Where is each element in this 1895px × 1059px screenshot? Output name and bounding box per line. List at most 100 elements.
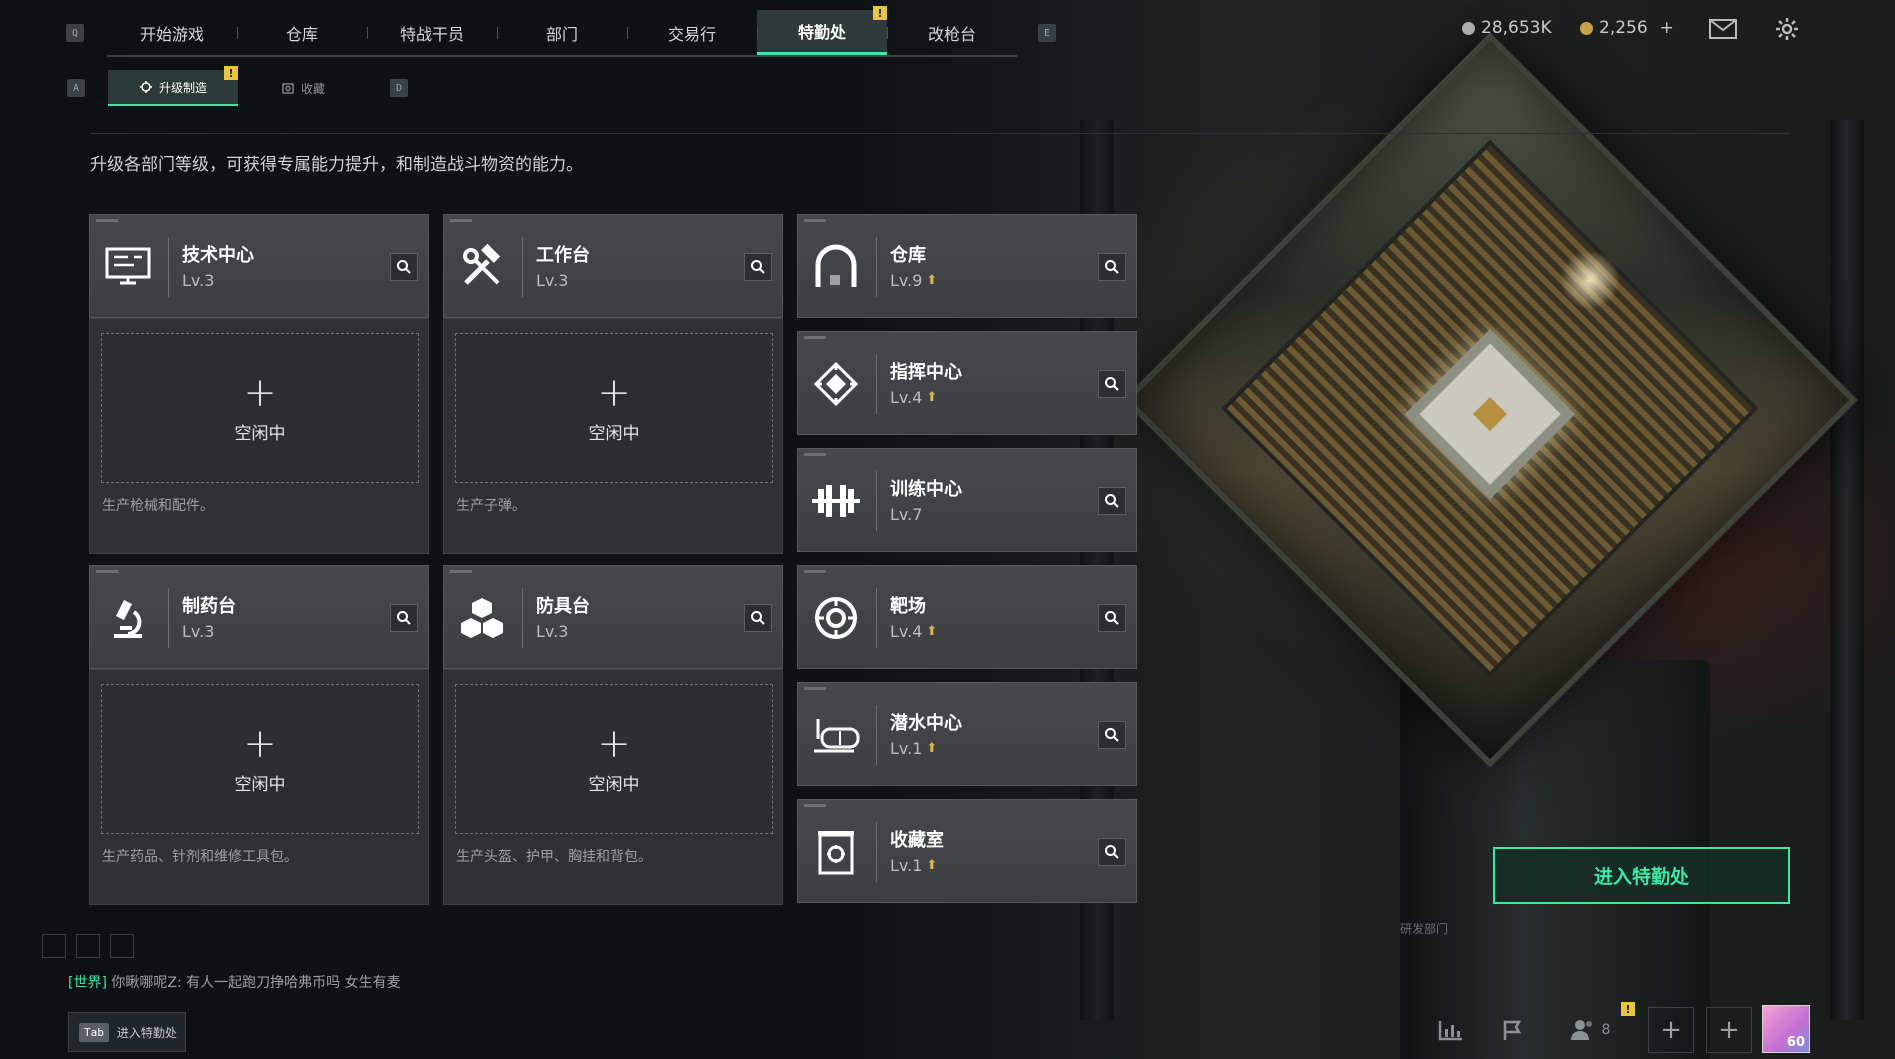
tab-special-ops[interactable]: 特勤处 ! <box>757 6 887 55</box>
dept-card-pharmacy[interactable]: 制药台 Lv.3 <box>89 565 429 669</box>
gold-coin-icon <box>1580 21 1593 35</box>
tab-key-hint[interactable]: Tab 进入特勤处 <box>68 1012 186 1052</box>
search-icon[interactable] <box>1098 604 1126 632</box>
dept-card-tech-center[interactable]: 技术中心 Lv.3 <box>89 214 429 318</box>
tab-trading[interactable]: 交易行 <box>627 10 757 55</box>
search-icon[interactable] <box>390 604 418 632</box>
tab-departments[interactable]: 部门 <box>497 10 627 55</box>
mail-icon[interactable] <box>1708 18 1738 40</box>
collection-case-icon <box>808 824 864 880</box>
dept-name: 潜水中心 <box>890 713 962 734</box>
add-icon: + <box>243 720 277 767</box>
chat-channel-icon[interactable] <box>110 934 134 958</box>
dept-name: 仓库 <box>890 245 926 266</box>
subnav-left-key-hint: A <box>67 79 85 97</box>
subnav-right-key-hint: D <box>390 79 408 97</box>
tab-hint-label: 进入特勤处 <box>116 1025 177 1040</box>
computer-icon <box>100 239 156 295</box>
production-panel-workbench: + 空闲中 生产子弹。 <box>443 318 783 554</box>
search-icon[interactable] <box>744 604 772 632</box>
dept-card-diving-center[interactable]: 潜水中心 Lv.1 ⬆ <box>797 682 1137 786</box>
dept-card-workbench[interactable]: 工作台 Lv.3 <box>443 214 783 318</box>
notification-badge: ! <box>224 66 238 80</box>
dept-card-command-center[interactable]: 指挥中心 Lv.4 ⬆ <box>797 331 1137 435</box>
add-icon: + <box>597 720 631 767</box>
chat-text: 有人一起跑刀挣哈弗币吗 女生有麦 <box>186 975 401 991</box>
production-slot[interactable]: + 空闲中 <box>101 333 419 483</box>
dept-level: Lv.7 <box>890 505 923 524</box>
upgrade-arrow-icon: ⬆ <box>926 624 938 639</box>
production-slot[interactable]: + 空闲中 <box>101 684 419 834</box>
sub-nav: 升级制造 ! 收藏 <box>108 66 368 106</box>
dept-card-armor-bench[interactable]: 防具台 Lv.3 <box>443 565 783 669</box>
search-icon[interactable] <box>1098 721 1126 749</box>
slot-status: 空闲中 <box>588 774 640 795</box>
search-icon[interactable] <box>1098 838 1126 866</box>
chat-channel-icon[interactable] <box>42 934 66 958</box>
search-icon[interactable] <box>1098 253 1126 281</box>
production-panel-tech-center: + 空闲中 生产枪械和配件。 <box>89 318 429 554</box>
search-icon[interactable] <box>390 253 418 281</box>
gold-currency: 2,256 + <box>1580 18 1674 38</box>
dept-level: Lv.3 <box>182 271 215 290</box>
dept-card-warehouse[interactable]: 仓库 Lv.9 ⬆ <box>797 214 1137 318</box>
boxes-icon <box>454 590 510 646</box>
silver-currency: 28,653K <box>1462 18 1552 38</box>
dept-name: 技术中心 <box>182 245 254 266</box>
dept-card-training-center[interactable]: 训练中心 Lv.7 <box>797 448 1137 552</box>
silver-coin-icon <box>1462 21 1475 35</box>
tab-upgrade-craft[interactable]: 升级制造 ! <box>108 66 238 106</box>
command-chip-icon <box>808 356 864 412</box>
avatar[interactable]: 60 <box>1762 1005 1810 1053</box>
target-icon <box>808 590 864 646</box>
scene-pillar <box>1830 120 1864 1020</box>
hammer-wrench-icon <box>454 239 510 295</box>
friends-button[interactable]: 8 <box>1560 1005 1620 1055</box>
upgrade-arrow-icon: ⬆ <box>926 390 938 405</box>
production-panel-armor-bench: + 空闲中 生产头盔、护甲、胸挂和背包。 <box>443 669 783 905</box>
tab-gunsmith[interactable]: 改枪台 <box>887 10 1017 55</box>
slot-status: 空闲中 <box>234 774 286 795</box>
flag-icon[interactable] <box>1490 1005 1536 1055</box>
slot-status: 空闲中 <box>588 423 640 444</box>
search-icon[interactable] <box>1098 487 1126 515</box>
production-slot[interactable]: + 空闲中 <box>455 333 773 483</box>
chat-sender: 你瞅哪呢Z: <box>111 975 182 991</box>
header-divider <box>90 133 1790 134</box>
search-icon[interactable] <box>744 253 772 281</box>
dept-description: 生产子弹。 <box>456 498 526 514</box>
add-gold-button[interactable]: + <box>1660 18 1674 38</box>
dept-level: Lv.4 ⬆ <box>890 622 938 641</box>
dept-card-collection-room[interactable]: 收藏室 Lv.1 ⬆ <box>797 799 1137 903</box>
upgrade-gear-icon <box>139 81 152 93</box>
diving-mask-icon <box>808 707 864 763</box>
chat-message[interactable]: [世界] 你瞅哪呢Z: 有人一起跑刀挣哈弗币吗 女生有麦 <box>68 972 401 992</box>
tab-key: Tab <box>79 1022 109 1042</box>
welding-spark <box>1560 250 1620 310</box>
enter-special-ops-button[interactable]: 进入特勤处 <box>1493 847 1790 904</box>
stats-chart-icon[interactable] <box>1428 1005 1474 1055</box>
dept-name: 靶场 <box>890 596 926 617</box>
friends-icon <box>1570 1020 1592 1040</box>
tab-collection[interactable]: 收藏 <box>238 70 368 106</box>
add-teammate-button[interactable]: + <box>1706 1007 1752 1053</box>
dept-level: Lv.3 <box>536 271 569 290</box>
tab-operators[interactable]: 特战干员 <box>367 10 497 55</box>
tab-warehouse[interactable]: 仓库 <box>237 10 367 55</box>
dept-description: 生产枪械和配件。 <box>102 498 214 514</box>
settings-gear-icon[interactable] <box>1774 16 1800 42</box>
nav-left-key-hint: Q <box>66 24 84 42</box>
add-icon: + <box>243 369 277 416</box>
chat-channel-icon[interactable] <box>76 934 100 958</box>
dept-name: 防具台 <box>536 596 590 617</box>
tab-start-game[interactable]: 开始游戏 <box>107 10 237 55</box>
search-icon[interactable] <box>1098 370 1126 398</box>
avatar-level: 60 <box>1786 1035 1805 1050</box>
slot-status: 空闲中 <box>234 423 286 444</box>
add-teammate-button[interactable]: + <box>1648 1007 1694 1053</box>
production-slot[interactable]: + 空闲中 <box>455 684 773 834</box>
dept-level: Lv.9 ⬆ <box>890 271 938 290</box>
dumbbell-icon <box>808 473 864 529</box>
upgrade-arrow-icon: ⬆ <box>926 273 938 288</box>
dept-card-shooting-range[interactable]: 靶场 Lv.4 ⬆ <box>797 565 1137 669</box>
